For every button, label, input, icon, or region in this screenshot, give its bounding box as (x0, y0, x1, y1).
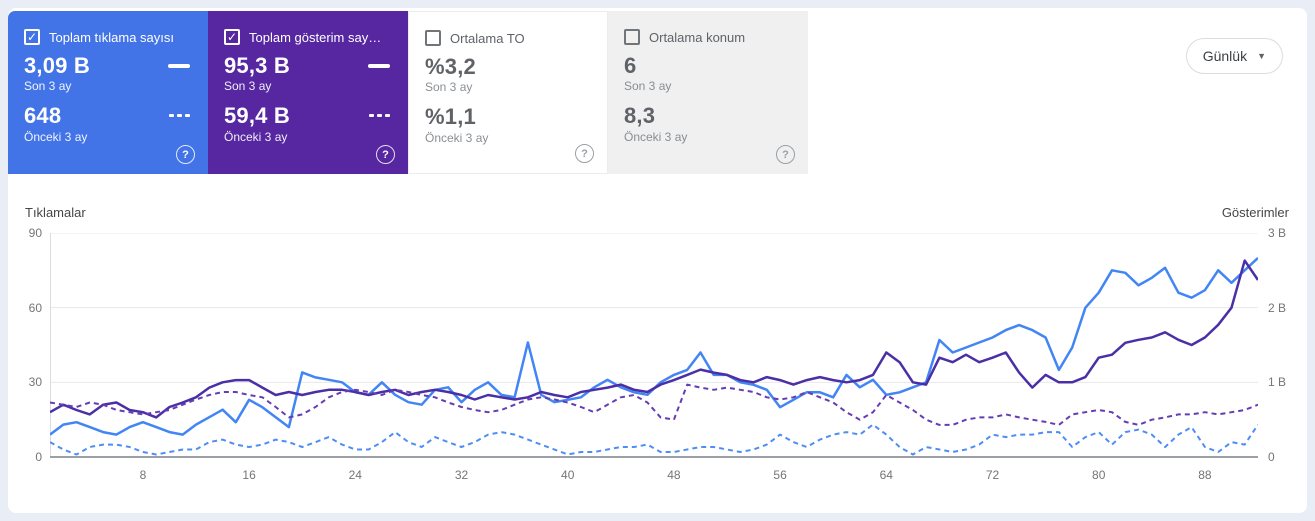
performance-line-chart[interactable] (50, 233, 1258, 459)
right-axis-title: Gösterimler (1221, 205, 1289, 220)
metric-card-title: Ortalama konum (649, 29, 746, 45)
axis-tick-label: 48 (667, 468, 681, 482)
help-icon[interactable]: ? (776, 145, 795, 164)
metric-card-total-clicks[interactable]: ✓ Toplam tıklama sayısı 3,09 B Son 3 ay … (8, 11, 208, 174)
current-value: 95,3 B (224, 53, 291, 78)
help-icon[interactable]: ? (176, 145, 195, 164)
current-value: 3,09 B (24, 53, 91, 78)
current-metric-row: 6 (624, 53, 792, 78)
previous-period-label: Önceki 3 ay (24, 129, 88, 144)
metric-card-header: Ortalama TO (425, 30, 591, 46)
search-console-performance-page: { "cards": [ { "label": "Toplam tıklama … (0, 0, 1315, 521)
current-metric-row: %3,2 (425, 54, 591, 79)
current-metric-row: 3,09 B (24, 53, 192, 78)
previous-metric-row: 648 (24, 103, 192, 128)
axis-tick-label: 2 B (1268, 300, 1287, 315)
previous-value: %1,1 (425, 104, 476, 130)
current-period-label: Son 3 ay (24, 79, 72, 94)
granularity-label: Günlük (1202, 48, 1248, 64)
checkbox-total-impressions[interactable]: ✓ (224, 29, 240, 45)
axis-tick-label: 88 (1198, 468, 1212, 482)
axis-tick-label: 60 (28, 300, 42, 315)
performance-panel: ✓ Toplam tıklama sayısı 3,09 B Son 3 ay … (8, 8, 1307, 513)
metric-card-title: Ortalama TO (450, 30, 525, 46)
axis-tick-label: 30 (28, 375, 42, 390)
metric-card-header: ✓ Toplam tıklama sayısı (24, 29, 192, 45)
axis-tick-label: 32 (454, 468, 469, 482)
metric-card-average-ctr[interactable]: Ortalama TO %3,2 Son 3 ay %1,1 Önceki 3 … (408, 11, 608, 174)
previous-value: 59,4 B (224, 103, 291, 129)
dashed-line-legend-icon (169, 114, 190, 118)
axis-tick-label: 3 B (1268, 226, 1287, 240)
axis-tick-label: 1 B (1268, 375, 1287, 390)
previous-metric-row: 8,3 (624, 103, 792, 128)
left-axis-title: Tıklamalar (25, 205, 86, 220)
current-period-label: Son 3 ay (624, 79, 672, 94)
current-value: 6 (624, 53, 637, 78)
current-value: %3,2 (425, 54, 476, 79)
metric-card-title: Toplam gösterim say… (249, 29, 382, 45)
axis-tick-label: 0 (1268, 450, 1275, 464)
checkbox-average-position[interactable] (624, 29, 640, 45)
previous-value: 8,3 (624, 103, 656, 129)
series-left-solid (50, 256, 1258, 436)
series-right-solid (50, 259, 1258, 419)
metric-card-header: ✓ Toplam gösterim say… (224, 29, 392, 45)
previous-value: 648 (24, 103, 62, 129)
solid-line-legend-icon (168, 63, 190, 68)
checkbox-average-ctr[interactable] (425, 30, 441, 46)
dashed-line-legend-icon (369, 114, 390, 118)
axis-tick-label: 90 (28, 226, 42, 240)
current-metric-row: 95,3 B (224, 53, 392, 78)
previous-period-label: Önceki 3 ay (425, 130, 489, 145)
checkbox-total-clicks[interactable]: ✓ (24, 29, 40, 45)
axis-tick-label: 8 (139, 468, 147, 482)
previous-metric-row: 59,4 B (224, 103, 392, 128)
help-icon[interactable]: ? (575, 144, 594, 163)
axis-tick-label: 24 (348, 468, 362, 482)
current-period-label: Son 3 ay (224, 79, 272, 94)
granularity-dropdown-button[interactable]: Günlük ▼ (1185, 38, 1283, 74)
previous-period-label: Önceki 3 ay (624, 129, 688, 144)
metric-card-total-impressions[interactable]: ✓ Toplam gösterim say… 95,3 B Son 3 ay 5… (208, 11, 408, 174)
current-period-label: Son 3 ay (425, 80, 473, 95)
previous-period-label: Önceki 3 ay (224, 129, 288, 144)
metric-cards-row: ✓ Toplam tıklama sayısı 3,09 B Son 3 ay … (8, 11, 808, 174)
axis-tick-label: 56 (773, 468, 787, 482)
axis-tick-label: 40 (561, 468, 575, 482)
axis-tick-label: 16 (242, 468, 256, 482)
chevron-down-icon: ▼ (1257, 50, 1266, 61)
metric-card-header: Ortalama konum (624, 29, 792, 45)
axis-tick-label: 64 (879, 468, 893, 482)
metric-card-average-position[interactable]: Ortalama konum 6 Son 3 ay 8,3 Önceki 3 a… (608, 11, 808, 174)
axis-tick-label: 0 (35, 450, 42, 464)
series-left-dashed (50, 423, 1258, 456)
previous-metric-row: %1,1 (425, 104, 591, 129)
axis-tick-label: 72 (985, 468, 1000, 482)
help-icon[interactable]: ? (376, 145, 395, 164)
solid-line-legend-icon (368, 63, 390, 68)
metric-card-title: Toplam tıklama sayısı (49, 29, 174, 45)
axis-tick-label: 80 (1092, 468, 1106, 482)
